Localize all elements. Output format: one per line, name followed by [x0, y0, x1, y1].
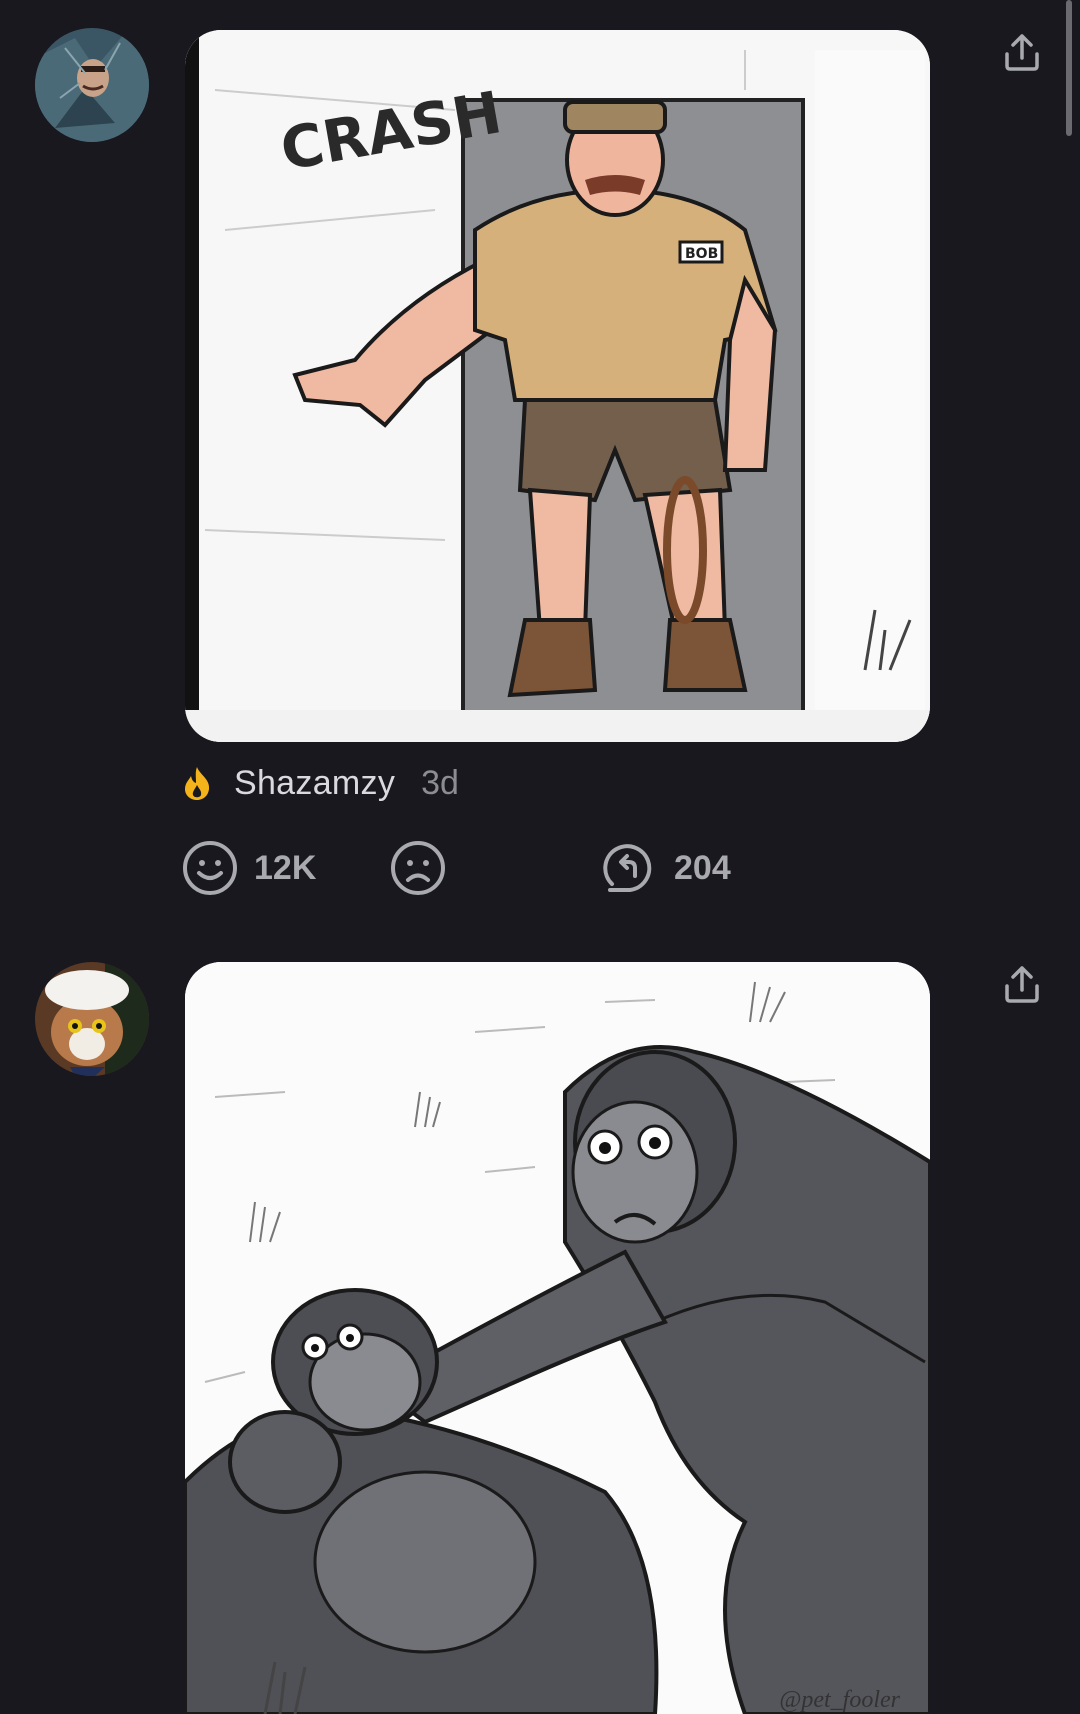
reply-icon: [603, 844, 652, 892]
cat-avatar-icon[interactable]: [35, 962, 149, 1076]
smile-reaction-button[interactable]: 12K: [182, 838, 316, 898]
smile-count: 12K: [254, 848, 317, 887]
frown-icon: [391, 841, 445, 895]
user-avatar-icon[interactable]: [35, 28, 149, 142]
frown-reaction-button[interactable]: [390, 838, 446, 898]
feed: CRASH BOB Shazamzy 3d 12K 204 @pet_foole…: [0, 0, 1080, 1714]
reaction-bar: 12K 204: [182, 838, 982, 898]
post-meta: Shazamzy 3d: [180, 760, 459, 806]
smile-icon: [183, 841, 237, 895]
reply-button[interactable]: 204: [602, 838, 731, 898]
scrollbar[interactable]: [1066, 0, 1072, 136]
post-image-cartoon-gorillas[interactable]: @pet_fooler: [185, 962, 930, 1714]
fire-icon: [185, 767, 210, 800]
timestamp: 3d: [421, 763, 459, 802]
share-icon[interactable]: [1000, 962, 1044, 1006]
username[interactable]: Shazamzy: [234, 764, 395, 803]
share-icon[interactable]: [1000, 30, 1044, 74]
name-badge-text: BOB: [685, 246, 718, 262]
watermark-text: @pet_fooler: [779, 1687, 900, 1713]
reply-count: 204: [674, 848, 731, 887]
post-image-cartoon-zookeeper[interactable]: CRASH BOB: [185, 30, 930, 742]
